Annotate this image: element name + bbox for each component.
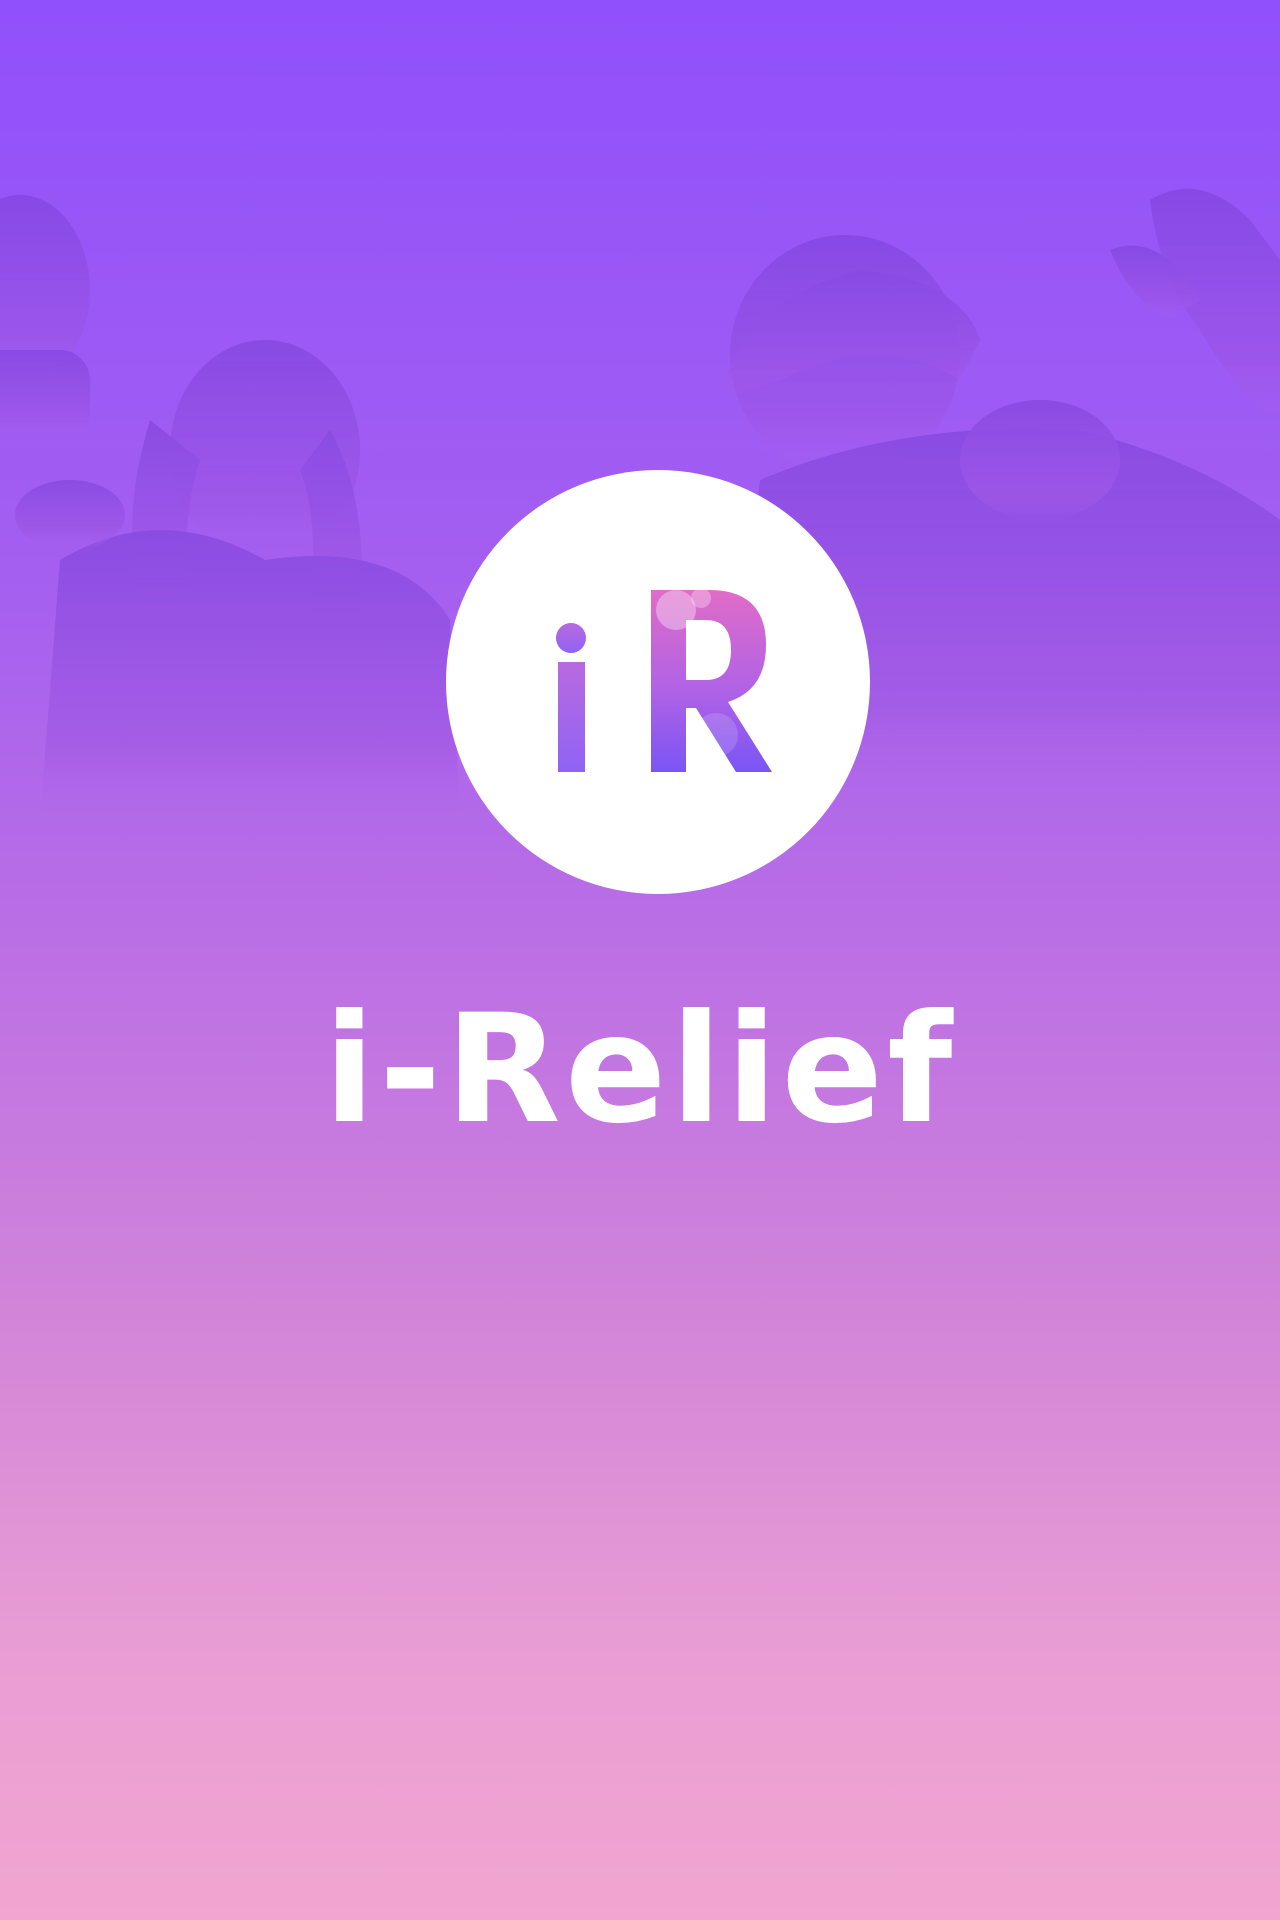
ir-monogram-icon [556,588,772,772]
splash-screen: i-Relief [0,0,1280,1920]
app-title: i-Relief [323,983,957,1157]
app-logo [446,470,870,894]
